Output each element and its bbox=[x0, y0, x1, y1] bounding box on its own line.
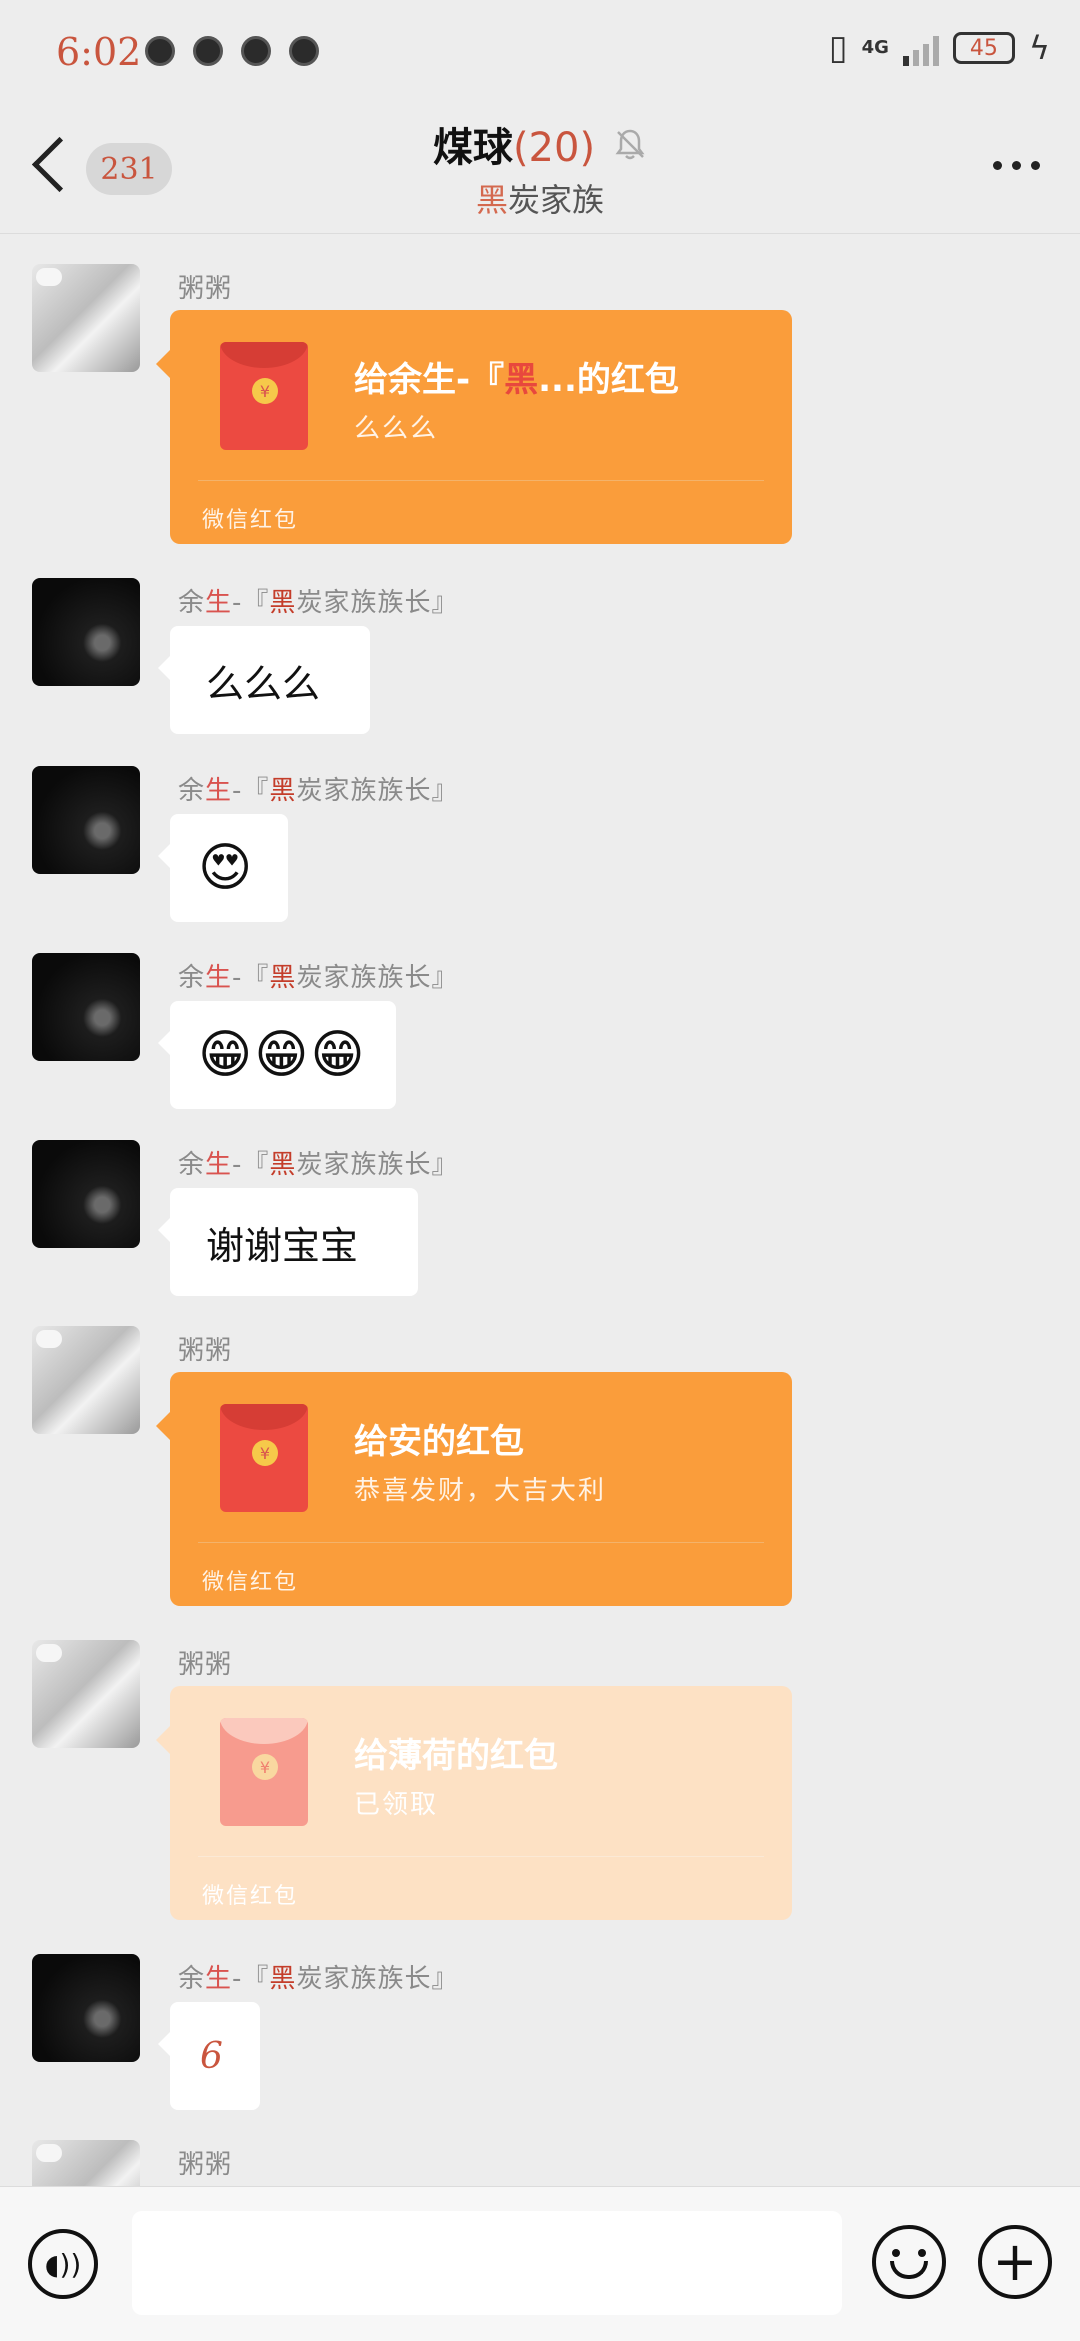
red-envelope-icon: ¥ bbox=[220, 1718, 308, 1826]
coin-icon: ¥ bbox=[252, 1440, 278, 1466]
avatar[interactable] bbox=[32, 264, 140, 372]
plus-icon[interactable]: + bbox=[978, 2225, 1052, 2299]
red-packet-title: 给薄荷的红包 bbox=[354, 1736, 558, 1776]
network-type: 4G bbox=[861, 37, 889, 58]
avatar[interactable] bbox=[32, 578, 140, 686]
red-packet-title: 给安的红包 bbox=[354, 1422, 524, 1462]
voice-icon[interactable]: ◖)) bbox=[28, 2229, 98, 2299]
red-packet-label: 微信红包 bbox=[202, 1884, 299, 1909]
sender-name: 余生-『黑炭家族族长』 bbox=[178, 588, 459, 618]
red-packet-label: 微信红包 bbox=[202, 1570, 299, 1595]
red-envelope-icon: ¥ bbox=[220, 342, 308, 450]
system-status: ▯ 4G 45 ϟ bbox=[829, 28, 1050, 68]
charging-icon: ϟ bbox=[1028, 29, 1050, 67]
red-envelope-icon: ¥ bbox=[220, 1404, 308, 1512]
divider bbox=[198, 1542, 764, 1543]
coin-icon: ¥ bbox=[252, 1754, 278, 1780]
input-bar: ◖)) + bbox=[0, 2186, 1080, 2341]
red-packet-message: 么么么 bbox=[354, 414, 439, 444]
emoji-bubble[interactable]: 😁😁😁 bbox=[158, 1001, 396, 1109]
battery-level: 45 bbox=[969, 35, 998, 61]
chat-header: 231 煤球(20) 黑炭家族 bbox=[0, 105, 1080, 234]
sender-name: 余生-『黑炭家族族长』 bbox=[178, 1150, 459, 1180]
status-time: 6:02 bbox=[56, 30, 142, 74]
avatar[interactable] bbox=[32, 1140, 140, 1248]
more-dots-icon[interactable] bbox=[993, 161, 1040, 170]
notification-icon bbox=[289, 36, 319, 66]
sender-name: 粥粥 bbox=[178, 1336, 233, 1366]
avatar[interactable] bbox=[32, 1326, 140, 1434]
battery-icon: 45 bbox=[952, 32, 1015, 64]
sender-name: 余生-『黑炭家族族长』 bbox=[178, 776, 459, 806]
chat-title[interactable]: 煤球(20) bbox=[433, 115, 595, 173]
chat-subtitle: 黑炭家族 bbox=[475, 181, 605, 219]
divider bbox=[198, 480, 764, 481]
divider bbox=[198, 1856, 764, 1857]
red-packet-label: 微信红包 bbox=[202, 508, 299, 533]
avatar[interactable] bbox=[32, 1954, 140, 2062]
red-packet-message: 恭喜发财，大吉大利 bbox=[354, 1476, 607, 1506]
red-packet-card[interactable]: ¥ 给余生-『黑...的红包 么么么 微信红包 bbox=[156, 310, 792, 544]
avatar[interactable] bbox=[32, 953, 140, 1061]
avatar[interactable] bbox=[32, 1640, 140, 1748]
red-packet-title: 给余生-『黑...的红包 bbox=[354, 360, 679, 400]
coin-icon: ¥ bbox=[252, 378, 278, 404]
text-bubble[interactable]: 么么么 bbox=[158, 626, 370, 734]
vibrate-icon: ▯ bbox=[828, 28, 848, 68]
notification-icon bbox=[193, 36, 223, 66]
emoji-bubble[interactable]: 😍 bbox=[158, 814, 288, 922]
avatar[interactable] bbox=[32, 766, 140, 874]
status-bar: 6:02 ▯ 4G 45 ϟ bbox=[0, 0, 1080, 105]
sender-name: 粥粥 bbox=[178, 1650, 233, 1680]
signal-icon bbox=[902, 30, 939, 66]
sender-name: 粥粥 bbox=[178, 274, 233, 304]
message-list[interactable]: 粥粥 ¥ 给余生-『黑...的红包 么么么 微信红包 余生-『黑炭家族族长』 么… bbox=[0, 234, 1080, 2186]
smile-icon[interactable] bbox=[872, 2225, 946, 2299]
chat-title-row: 煤球(20) bbox=[0, 115, 1080, 173]
notification-icon bbox=[241, 36, 271, 66]
sender-name: 余生-『黑炭家族族长』 bbox=[178, 963, 459, 993]
avatar[interactable] bbox=[32, 2140, 140, 2186]
notification-icons bbox=[145, 36, 319, 66]
red-packet-card-opened[interactable]: ¥ 给薄荷的红包 已领取 微信红包 bbox=[156, 1686, 792, 1920]
member-count: (20) bbox=[512, 125, 596, 171]
text-bubble[interactable]: 谢谢宝宝 bbox=[158, 1188, 418, 1296]
sender-name: 粥粥 bbox=[178, 2150, 233, 2180]
message-input[interactable] bbox=[132, 2211, 842, 2315]
red-packet-card[interactable]: ¥ 给安的红包 恭喜发财，大吉大利 微信红包 bbox=[156, 1372, 792, 1606]
red-packet-status: 已领取 bbox=[354, 1790, 439, 1820]
bell-off-icon bbox=[615, 129, 645, 160]
notification-icon bbox=[145, 36, 175, 66]
sender-name: 余生-『黑炭家族族长』 bbox=[178, 1964, 459, 1994]
text-bubble[interactable]: 6 bbox=[158, 2002, 260, 2110]
